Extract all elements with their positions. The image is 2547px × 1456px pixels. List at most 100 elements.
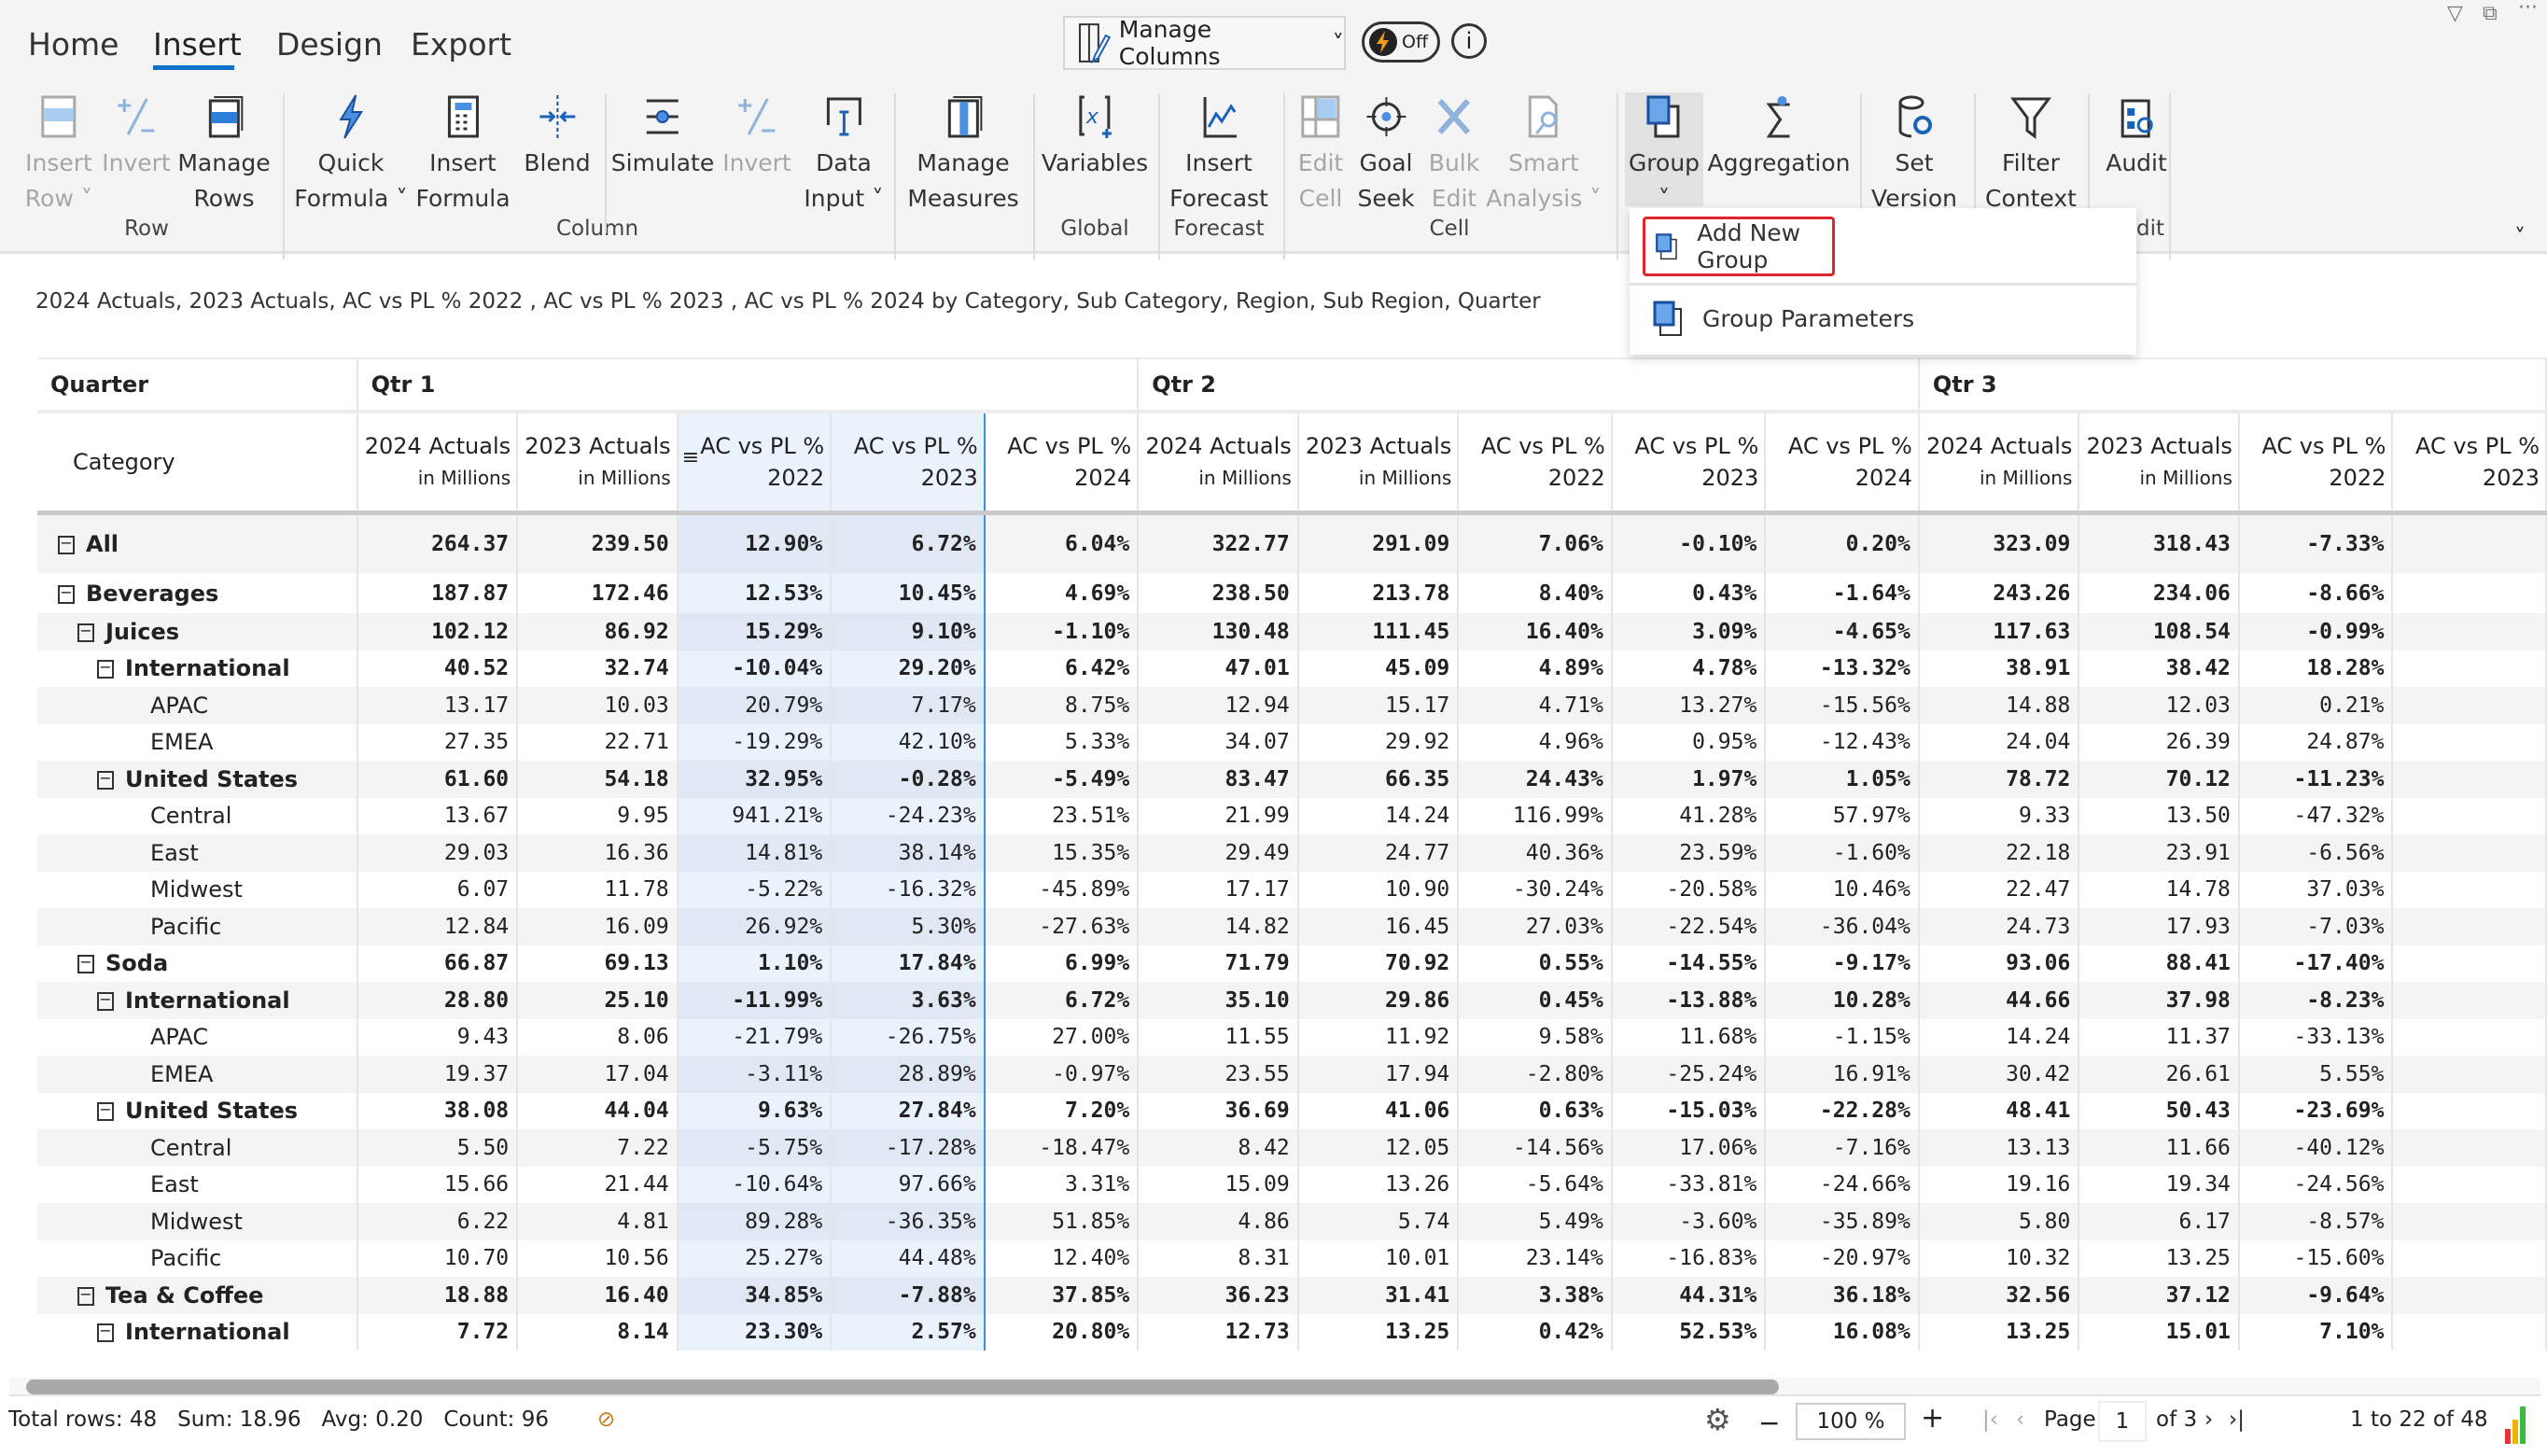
value-cell[interactable]: 243.26 bbox=[1918, 573, 2080, 613]
tab-home[interactable]: Home bbox=[28, 26, 119, 63]
value-cell[interactable]: 10.28% bbox=[1765, 982, 1920, 1019]
measure-column-header[interactable]: 2023 Actuals in Millions bbox=[1297, 412, 1460, 515]
value-cell[interactable]: 4.86 bbox=[1138, 1203, 1299, 1240]
measure-column-header[interactable]: AC vs PL % 2023 bbox=[2392, 412, 2547, 515]
value-cell[interactable]: 38.14% bbox=[831, 834, 986, 872]
value-cell[interactable]: 15.09 bbox=[1138, 1166, 1299, 1203]
value-cell[interactable]: 4.78% bbox=[1611, 650, 1767, 687]
value-cell[interactable]: 23.55 bbox=[1138, 1056, 1299, 1093]
value-cell[interactable]: 4.81 bbox=[517, 1203, 679, 1240]
value-cell[interactable]: 34.85% bbox=[676, 1277, 833, 1314]
value-cell[interactable]: -10.64% bbox=[676, 1166, 833, 1203]
value-cell[interactable]: 10.90 bbox=[1297, 871, 1460, 908]
value-cell[interactable] bbox=[2392, 945, 2547, 982]
value-cell[interactable]: 12.84 bbox=[357, 908, 519, 945]
value-cell[interactable]: 5.74 bbox=[1297, 1203, 1460, 1240]
value-cell[interactable]: -5.49% bbox=[984, 761, 1140, 798]
collapse-icon[interactable]: − bbox=[58, 584, 75, 604]
value-cell[interactable]: 38.42 bbox=[2078, 650, 2240, 687]
lightning-toggle[interactable]: Off bbox=[1362, 21, 1440, 63]
value-cell[interactable]: 24.87% bbox=[2238, 723, 2394, 761]
manage-measures-button[interactable]: Manage Measures bbox=[907, 93, 1019, 217]
value-cell[interactable]: 37.12 bbox=[2078, 1277, 2240, 1314]
value-cell[interactable]: 0.63% bbox=[1458, 1092, 1613, 1129]
collapse-icon[interactable]: − bbox=[77, 623, 94, 642]
value-cell[interactable]: 37.85% bbox=[984, 1277, 1140, 1314]
value-cell[interactable]: -14.55% bbox=[1611, 945, 1767, 982]
value-cell[interactable]: 6.17 bbox=[2078, 1203, 2240, 1240]
value-cell[interactable] bbox=[2392, 512, 2547, 573]
value-cell[interactable]: 10.32 bbox=[1918, 1239, 2080, 1277]
value-cell[interactable]: 1.10% bbox=[676, 945, 833, 982]
value-cell[interactable]: 15.17 bbox=[1297, 687, 1460, 724]
value-cell[interactable]: 40.36% bbox=[1458, 834, 1613, 872]
value-cell[interactable] bbox=[2392, 613, 2547, 651]
value-cell[interactable] bbox=[2392, 1166, 2547, 1203]
value-cell[interactable]: 6.22 bbox=[357, 1203, 519, 1240]
value-cell[interactable]: -18.47% bbox=[984, 1129, 1140, 1167]
value-cell[interactable]: 19.16 bbox=[1918, 1166, 2080, 1203]
manage-columns-button[interactable]: Manage Columns ˅ bbox=[1063, 16, 1346, 70]
value-cell[interactable]: 17.06% bbox=[1611, 1129, 1767, 1167]
value-cell[interactable]: 38.08 bbox=[357, 1092, 519, 1129]
value-cell[interactable]: 7.20% bbox=[984, 1092, 1140, 1129]
collapse-icon[interactable]: − bbox=[97, 660, 114, 679]
value-cell[interactable]: -40.12% bbox=[2238, 1129, 2394, 1167]
value-cell[interactable]: 187.87 bbox=[357, 573, 519, 613]
measure-column-header[interactable]: 2023 Actuals in Millions bbox=[2078, 412, 2240, 515]
value-cell[interactable]: 29.86 bbox=[1297, 982, 1460, 1019]
measure-column-header[interactable]: 2024 Actuals in Millions bbox=[357, 412, 519, 515]
filter-icon[interactable]: ▽ bbox=[2447, 2, 2463, 25]
value-cell[interactable]: 16.40 bbox=[517, 1277, 679, 1314]
info-icon[interactable]: i bbox=[1451, 23, 1487, 59]
value-cell[interactable]: -20.97% bbox=[1765, 1239, 1920, 1277]
value-cell[interactable]: 16.36 bbox=[517, 834, 679, 872]
value-cell[interactable]: 9.43 bbox=[357, 1018, 519, 1056]
value-cell[interactable] bbox=[2392, 1018, 2547, 1056]
group-button[interactable]: Group ˅ bbox=[1629, 93, 1700, 217]
value-cell[interactable]: 13.25 bbox=[1297, 1313, 1460, 1351]
value-cell[interactable]: 17.17 bbox=[1138, 871, 1299, 908]
value-cell[interactable]: 22.47 bbox=[1918, 871, 2080, 908]
value-cell[interactable]: 15.35% bbox=[984, 834, 1140, 872]
value-cell[interactable]: -24.23% bbox=[831, 797, 986, 834]
value-cell[interactable]: 16.08% bbox=[1765, 1313, 1920, 1351]
value-cell[interactable]: 57.97% bbox=[1765, 797, 1920, 834]
value-cell[interactable]: 8.06 bbox=[517, 1018, 679, 1056]
set-version-button[interactable]: Set Version bbox=[1871, 93, 1957, 217]
value-cell[interactable]: 7.22 bbox=[517, 1129, 679, 1167]
page-number-input[interactable]: 1 bbox=[2098, 1401, 2147, 1442]
value-cell[interactable]: 12.90% bbox=[676, 512, 833, 573]
value-cell[interactable]: 10.46% bbox=[1765, 871, 1920, 908]
value-cell[interactable]: -12.43% bbox=[1765, 723, 1920, 761]
value-cell[interactable]: 0.20% bbox=[1765, 512, 1920, 573]
value-cell[interactable]: 108.54 bbox=[2078, 613, 2240, 651]
value-cell[interactable]: 13.17 bbox=[357, 687, 519, 724]
value-cell[interactable]: -17.28% bbox=[831, 1129, 986, 1167]
value-cell[interactable]: 8.42 bbox=[1138, 1129, 1299, 1167]
value-cell[interactable]: 14.81% bbox=[676, 834, 833, 872]
value-cell[interactable]: 9.33 bbox=[1918, 797, 2080, 834]
value-cell[interactable]: 8.31 bbox=[1138, 1239, 1299, 1277]
value-cell[interactable]: -23.69% bbox=[2238, 1092, 2394, 1129]
value-cell[interactable]: 5.80 bbox=[1918, 1203, 2080, 1240]
value-cell[interactable]: 116.99% bbox=[1458, 797, 1613, 834]
value-cell[interactable]: 117.63 bbox=[1918, 613, 2080, 651]
value-cell[interactable]: -1.10% bbox=[984, 613, 1140, 651]
variables-button[interactable]: x Variables bbox=[1042, 93, 1148, 181]
value-cell[interactable]: -16.83% bbox=[1611, 1239, 1767, 1277]
value-cell[interactable]: 5.49% bbox=[1458, 1203, 1613, 1240]
value-cell[interactable]: -0.97% bbox=[984, 1056, 1140, 1093]
value-cell[interactable]: 13.27% bbox=[1611, 687, 1767, 724]
value-cell[interactable]: 27.00% bbox=[984, 1018, 1140, 1056]
value-cell[interactable]: 27.03% bbox=[1458, 908, 1613, 945]
value-cell[interactable]: 10.03 bbox=[517, 687, 679, 724]
value-cell[interactable]: 16.45 bbox=[1297, 908, 1460, 945]
value-cell[interactable] bbox=[2392, 1129, 2547, 1167]
value-cell[interactable]: 8.14 bbox=[517, 1313, 679, 1351]
value-cell[interactable]: 5.33% bbox=[984, 723, 1140, 761]
value-cell[interactable]: 86.92 bbox=[517, 613, 679, 651]
value-cell[interactable]: 5.50 bbox=[357, 1129, 519, 1167]
value-cell[interactable]: 7.06% bbox=[1458, 512, 1613, 573]
value-cell[interactable] bbox=[2392, 650, 2547, 687]
